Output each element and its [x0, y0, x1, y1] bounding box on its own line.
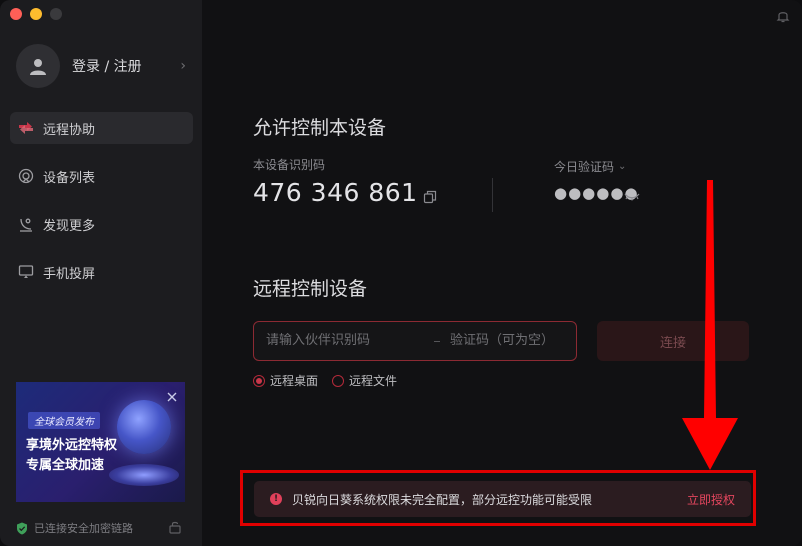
device-list-icon [18, 168, 34, 184]
sidebar-item-discover[interactable]: 发现更多 [10, 208, 193, 240]
sidebar-item-screen-cast[interactable]: 手机投屏 [10, 256, 193, 288]
radio-unselected-indicator [332, 374, 345, 387]
chevron-down-icon: ⌄ [618, 161, 627, 172]
window-maximize-button[interactable] [50, 8, 62, 20]
sidebar-item-label: 发现更多 [43, 218, 96, 234]
verification-code-label: 今日验证码 [554, 160, 615, 174]
main-panel: 允许控制本设备 本设备识别码 476 346 861 今日验证码 ⌄ ●●●●●… [202, 0, 802, 546]
sidebar-item-remote-assist[interactable]: 远程协助 [10, 112, 193, 144]
app-window: 登录 / 注册 › 远程协助 设备列表 发现更多 手机投屏 全球会员发布 享境外… [0, 0, 802, 546]
sidebar: 登录 / 注册 › 远程协助 设备列表 发现更多 手机投屏 全球会员发布 享境外… [0, 0, 202, 546]
radio-remote-file[interactable]: 远程文件 [332, 372, 397, 389]
sidebar-nav: 远程协助 设备列表 发现更多 手机投屏 [10, 112, 193, 304]
discover-icon [18, 216, 34, 232]
promo-headline: 享境外远控特权 [26, 438, 118, 453]
radio-label: 远程桌面 [270, 374, 319, 388]
remote-input-group [253, 321, 577, 361]
partner-id-input[interactable] [266, 333, 416, 348]
permission-alert-bar: ! 贝锐向日葵系统权限未完全配置，部分远控功能可能受限 立即授权 [254, 481, 751, 517]
radio-selected-indicator [253, 374, 265, 387]
sidebar-item-label: 远程协助 [43, 122, 96, 138]
secure-status-text: 已连接安全加密链路 [34, 522, 133, 535]
radio-remote-desktop[interactable]: 远程桌面 [253, 372, 318, 389]
remote-control-title: 远程控制设备 [253, 278, 368, 300]
alert-icon: ! [270, 493, 282, 505]
window-minimize-button[interactable] [30, 8, 42, 20]
input-separator [434, 341, 440, 342]
eye-closed-icon[interactable] [624, 192, 640, 202]
copy-icon[interactable] [423, 190, 437, 204]
chevron-right-icon: › [180, 58, 186, 74]
shield-check-icon [17, 522, 27, 534]
sidebar-item-label: 设备列表 [43, 170, 96, 186]
window-close-button[interactable] [10, 8, 22, 20]
promo-banner[interactable]: 全球会员发布 享境外远控特权 专属全球加速 [16, 382, 185, 502]
close-icon[interactable] [165, 390, 179, 404]
authorize-now-link[interactable]: 立即授权 [687, 491, 735, 508]
user-icon [30, 59, 46, 75]
connection-mode-group: 远程桌面 远程文件 [253, 372, 411, 389]
divider [492, 178, 493, 212]
pedestal-illustration [109, 464, 179, 486]
user-login-entry[interactable]: 登录 / 注册 › [16, 44, 194, 88]
bell-icon[interactable] [776, 9, 790, 23]
login-register-label: 登录 / 注册 [72, 59, 142, 75]
lock-icon[interactable] [168, 520, 182, 534]
allow-control-title: 允许控制本设备 [253, 117, 387, 139]
secure-connection-status: 已连接安全加密链路 [16, 520, 133, 536]
sidebar-item-label: 手机投屏 [43, 266, 96, 282]
avatar [16, 44, 60, 88]
verification-code-dropdown[interactable]: 今日验证码 ⌄ [554, 158, 626, 175]
sidebar-item-device-list[interactable]: 设备列表 [10, 160, 193, 192]
promo-subheadline: 专属全球加速 [26, 458, 105, 473]
promo-badge: 全球会员发布 [28, 412, 100, 429]
remote-assist-icon [18, 120, 34, 136]
screen-cast-icon [18, 264, 34, 280]
globe-illustration [117, 400, 171, 454]
alert-message: 贝锐向日葵系统权限未完全配置，部分远控功能可能受限 [292, 492, 593, 507]
device-id-value: 476 346 861 [253, 178, 418, 207]
verification-code-input[interactable] [450, 333, 570, 348]
annotation-arrow-down-icon [682, 180, 738, 470]
device-id-label: 本设备识别码 [253, 158, 326, 172]
radio-label: 远程文件 [349, 374, 398, 388]
